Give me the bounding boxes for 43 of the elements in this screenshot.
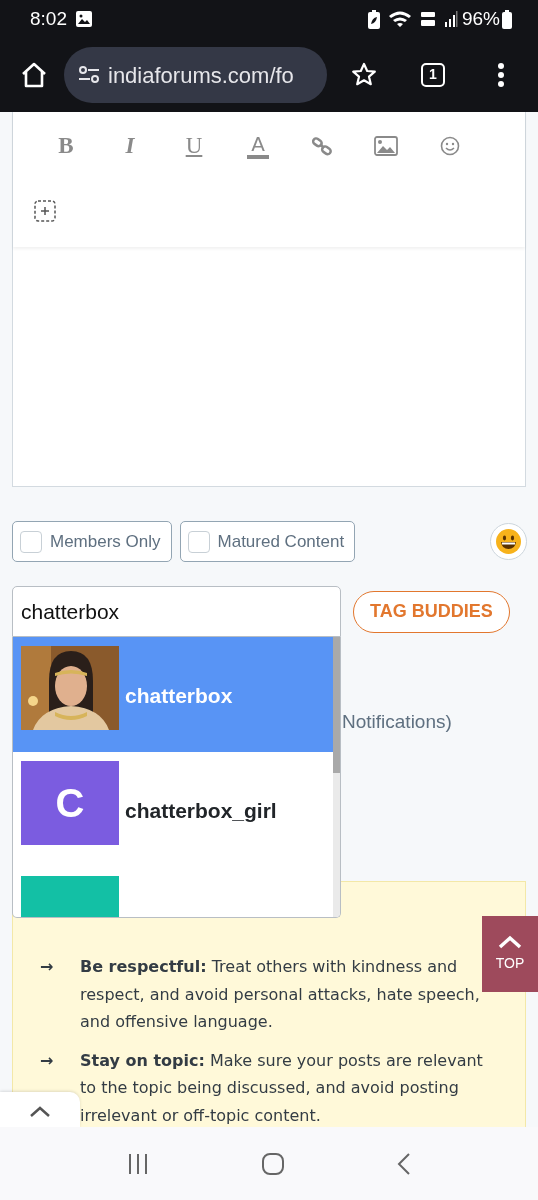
menu-icon[interactable] [497,62,505,88]
bold-button[interactable]: B [34,129,98,163]
suggestion-item[interactable]: chatterbox [13,637,333,752]
suggestion-item[interactable]: C chatterbox_girl [13,752,333,867]
clock-time: 8:02 [30,6,67,31]
chevron-up-icon [498,934,522,949]
avatar-initial: C [55,780,85,827]
tag-buddies-button[interactable]: TAG BUDDIES [353,590,510,633]
back-to-top-button[interactable]: TOP [482,916,538,992]
address-bar[interactable]: indiaforums.com/fo [64,47,327,103]
signal-icon [443,11,458,27]
editor-box[interactable]: B I U A [12,112,526,487]
tag-input-field[interactable]: chatterbox [12,586,341,637]
italic-button[interactable]: I [98,129,162,163]
home-button-icon[interactable] [262,1152,284,1175]
text-color-button[interactable]: A [247,133,269,159]
underline-button[interactable]: U [162,129,226,163]
smiley-icon [440,136,460,156]
image-icon [75,10,93,28]
arrow-icon: → [40,1046,60,1129]
battery-saver-icon [367,9,380,29]
recent-apps-icon[interactable] [126,1152,149,1175]
option-checkbox[interactable]: Matured Content [179,521,356,562]
battery-icon [502,9,512,29]
tab-count[interactable]: 1 [421,63,445,87]
site-settings-icon [78,66,100,84]
guideline-text: Be respectful: Treat others with kindness and respect, and avoid personal attacks, hate speech, and offensive language. [80,956,481,1033]
notifications-text: Notifications) [342,710,452,734]
star-icon[interactable] [351,62,377,88]
back-icon[interactable] [397,1152,412,1175]
wifi-icon [387,10,412,28]
chevron-up-icon [29,1104,51,1117]
guideline-text: Stay on topic: Make sure your posts are relevant to the topic being discussed, and avoid posting irrelevant or off-topic content. [80,1049,484,1127]
expand-toolbar-button[interactable] [0,1092,80,1128]
arrow-icon: → [40,953,60,1036]
scrollbar-thumb[interactable] [333,637,340,773]
link-icon [312,136,332,156]
emoji-button[interactable] [490,523,527,560]
battery-percentage: 96% [461,6,500,31]
dashed-plus-icon [34,200,56,222]
option-checkbox[interactable]: Members Only [12,521,172,562]
image-icon [374,136,398,156]
home-icon[interactable] [20,61,48,89]
